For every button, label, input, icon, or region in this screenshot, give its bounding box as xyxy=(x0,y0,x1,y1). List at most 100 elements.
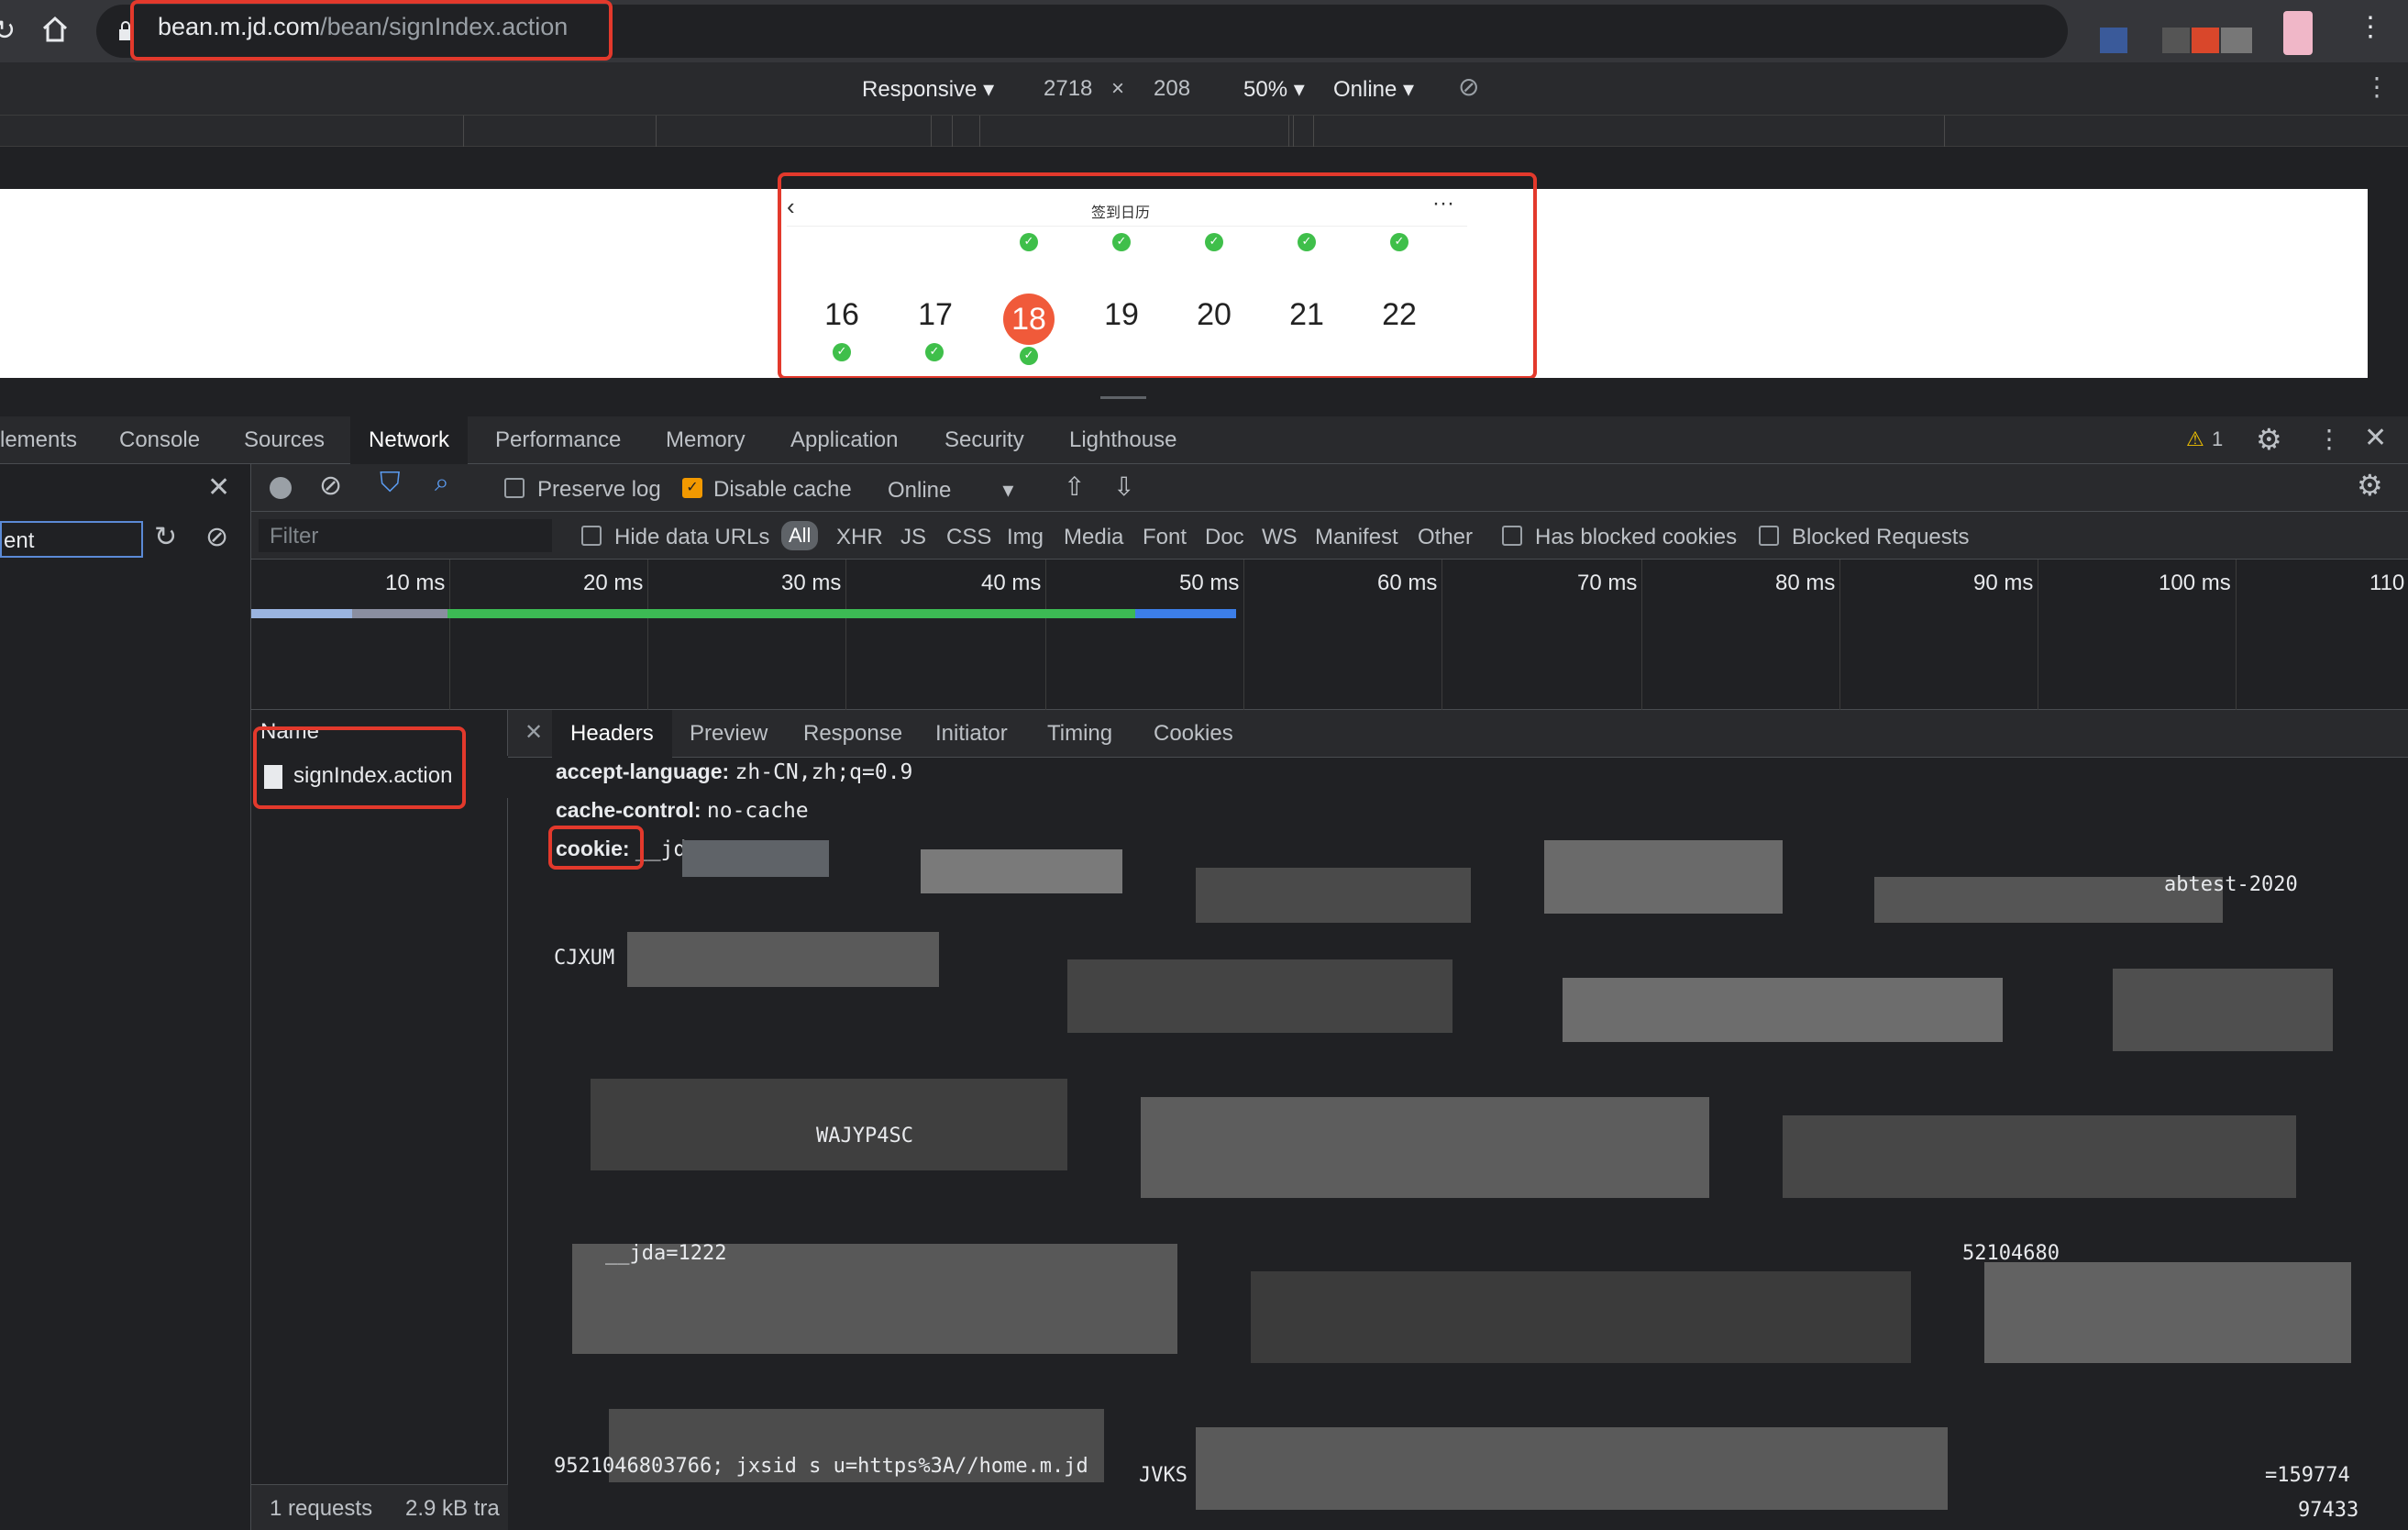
cookie-fragment: CJXUM xyxy=(554,947,615,970)
tab-console[interactable]: Console xyxy=(101,416,218,464)
warning-icon[interactable]: ⚠ xyxy=(2186,427,2204,451)
extension-icon[interactable] xyxy=(2221,28,2252,53)
tab-security[interactable]: Security xyxy=(926,416,1043,464)
tab-headers[interactable]: Headers xyxy=(552,710,672,758)
blocked-requests-label: Blocked Requests xyxy=(1792,525,1970,549)
filter-bar: Filter Hide data URLs All XHR JS CSS Img… xyxy=(251,512,2408,560)
tab-timing[interactable]: Timing xyxy=(1029,710,1131,758)
has-blocked-cookies-label: Has blocked cookies xyxy=(1535,525,1738,549)
refresh-icon[interactable]: ↻ xyxy=(154,521,177,553)
search-icon[interactable]: ⌕ xyxy=(435,468,449,498)
cookie-fragment: JVKS xyxy=(1139,1464,1187,1487)
filter-icon[interactable]: ⛉ xyxy=(380,468,401,499)
export-har-icon[interactable]: ⇩ xyxy=(1113,471,1134,502)
hide-data-urls-checkbox[interactable] xyxy=(581,526,602,546)
type-filter-manifest[interactable]: Manifest xyxy=(1315,525,1398,550)
tab-network[interactable]: Network xyxy=(350,416,469,464)
extension-icon[interactable] xyxy=(2162,28,2190,53)
network-settings-icon[interactable]: ⚙ xyxy=(2357,468,2383,503)
tab-elements[interactable]: lements xyxy=(0,416,95,464)
device-toolbar: Responsive ▾ 2718 × 208 50% ▾ Online ▾ ⊘… xyxy=(0,62,2408,116)
waterfall-bar-download xyxy=(1135,609,1236,618)
timeline-label: 80 ms xyxy=(1775,571,1836,595)
request-highlight xyxy=(253,726,466,809)
timeline-overview[interactable]: 10 ms 20 ms 30 ms 40 ms 50 ms 60 ms 70 m… xyxy=(251,560,2408,710)
cookie-fragment: WAJYP4SC xyxy=(816,1125,913,1148)
avatar[interactable] xyxy=(2283,11,2313,55)
warning-count[interactable]: 1 xyxy=(2212,427,2223,451)
disable-cache-label: Disable cache xyxy=(713,477,852,502)
reload-icon[interactable]: ↻ xyxy=(0,15,16,47)
type-filter-other[interactable]: Other xyxy=(1418,525,1473,550)
type-filter-media[interactable]: Media xyxy=(1064,525,1123,550)
resize-handle-area xyxy=(0,378,2408,416)
disable-cache-checkbox[interactable]: ✓ xyxy=(682,478,702,498)
request-list: Name signIndex.action xyxy=(251,710,508,1530)
close-drawer-icon[interactable]: ✕ xyxy=(207,471,230,504)
device-mode-select[interactable]: Responsive ▾ xyxy=(862,76,994,103)
details-tabbar: ✕ Headers Preview Response Initiator Tim… xyxy=(508,710,2408,758)
tab-sources[interactable]: Sources xyxy=(226,416,343,464)
device-width-input[interactable]: 2718 xyxy=(1044,76,1092,102)
tab-initiator[interactable]: Initiator xyxy=(917,710,1026,758)
close-details-icon[interactable]: ✕ xyxy=(525,719,543,746)
waterfall-bar-waiting xyxy=(447,609,1135,618)
type-filter-css[interactable]: CSS xyxy=(946,525,991,550)
url-text[interactable]: bean.m.jd.com/bean/signIndex.action xyxy=(158,13,568,41)
rotate-icon[interactable]: ⊘ xyxy=(1458,72,1479,102)
devtools-tabbar: lements Console Sources Network Performa… xyxy=(0,416,2408,464)
timeline-label: 100 ms xyxy=(2159,571,2231,595)
clear-icon[interactable]: ⊘ xyxy=(205,521,228,553)
preserve-log-checkbox[interactable] xyxy=(504,478,525,498)
redacted-cookie-value xyxy=(554,840,2388,1528)
type-filter-xhr[interactable]: XHR xyxy=(836,525,883,550)
blocked-requests-checkbox[interactable] xyxy=(1759,526,1779,546)
settings-gear-icon[interactable]: ⚙ xyxy=(2256,422,2282,457)
cookie-fragment: abtest-2020 xyxy=(2164,873,2298,896)
header-accept-language: accept-language: zh-CN,zh;q=0.9 xyxy=(556,759,913,784)
network-throttle-select[interactable]: Online ▾ xyxy=(888,477,1013,504)
type-filter-js[interactable]: JS xyxy=(900,525,926,550)
record-button[interactable] xyxy=(270,477,292,499)
device-menu-icon[interactable]: ⋮ xyxy=(2364,72,2390,102)
tab-performance[interactable]: Performance xyxy=(477,416,639,464)
devtools-menu-icon[interactable]: ⋮ xyxy=(2316,424,2342,454)
tab-cookies[interactable]: Cookies xyxy=(1135,710,1252,758)
type-filter-all[interactable]: All xyxy=(781,521,819,550)
resize-handle[interactable] xyxy=(1100,396,1146,399)
zoom-select[interactable]: 50% ▾ xyxy=(1243,76,1305,103)
extension-icon[interactable] xyxy=(2192,28,2219,53)
tab-response[interactable]: Response xyxy=(785,710,921,758)
close-devtools-icon[interactable]: ✕ xyxy=(2364,422,2387,454)
import-har-icon[interactable]: ⇧ xyxy=(1064,471,1085,502)
tab-preview[interactable]: Preview xyxy=(671,710,786,758)
network-toolbar: ⊘ ⛉ ⌕ Preserve log ✓ Disable cache Onlin… xyxy=(251,464,2408,512)
cookie-fragment: __jda=1222 xyxy=(605,1242,727,1265)
cookie-fragment: 52104680 xyxy=(1962,1242,2060,1265)
dimension-separator: × xyxy=(1111,76,1125,101)
tab-lighthouse[interactable]: Lighthouse xyxy=(1051,416,1195,464)
has-blocked-cookies-checkbox[interactable] xyxy=(1502,526,1522,546)
chrome-menu-icon[interactable]: ⋮ xyxy=(2357,11,2384,43)
header-cache-control: cache-control: no-cache xyxy=(556,798,809,823)
media-query-ruler xyxy=(0,116,2408,147)
timeline-label: 70 ms xyxy=(1577,571,1638,595)
search-field[interactable]: ent xyxy=(0,521,143,558)
type-filter-ws[interactable]: WS xyxy=(1262,525,1298,550)
throttle-select[interactable]: Online ▾ xyxy=(1333,76,1414,103)
cookie-fragment: 9521046803766; jxsid s u=https%3A//home.… xyxy=(554,1455,1088,1478)
timeline-label: 90 ms xyxy=(1973,571,2034,595)
tab-application[interactable]: Application xyxy=(772,416,916,464)
type-filter-font[interactable]: Font xyxy=(1143,525,1187,550)
tab-memory[interactable]: Memory xyxy=(647,416,764,464)
type-filter-doc[interactable]: Doc xyxy=(1205,525,1244,550)
transferred-size: 2.9 kB tra xyxy=(405,1496,500,1521)
timeline-label: 40 ms xyxy=(981,571,1042,595)
extension-icon[interactable] xyxy=(2100,28,2127,53)
home-icon[interactable] xyxy=(40,15,70,44)
device-height-input[interactable]: 208 xyxy=(1154,76,1190,102)
type-filter-img[interactable]: Img xyxy=(1007,525,1044,550)
filter-input[interactable]: Filter xyxy=(259,519,552,552)
waterfall-bar-queue xyxy=(251,609,352,618)
clear-log-icon[interactable]: ⊘ xyxy=(319,470,342,502)
